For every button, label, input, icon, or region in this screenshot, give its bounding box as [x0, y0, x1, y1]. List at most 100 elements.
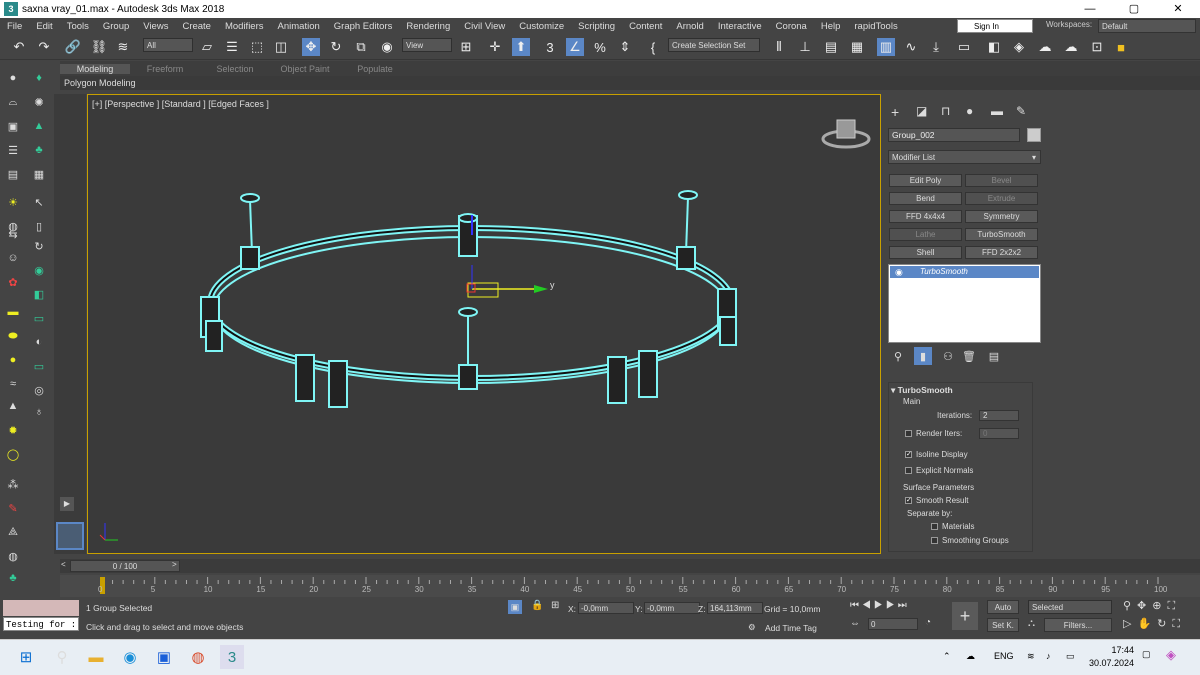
shape-icon[interactable]: ⌓ — [5, 94, 21, 110]
spinner-snap-icon[interactable]: ⇕ — [616, 38, 634, 56]
paint-icon[interactable]: ✿ — [5, 274, 21, 290]
render-icon[interactable]: ◈ — [1010, 38, 1028, 56]
motion-tab-icon[interactable]: ● — [966, 104, 973, 118]
iterations-spinner[interactable]: 2 — [979, 410, 1019, 421]
cursor-icon[interactable]: ↖ — [31, 194, 47, 210]
percent-snap-icon[interactable]: % — [591, 38, 609, 56]
next-frame-icon[interactable]: > — [172, 560, 180, 572]
eye-icon[interactable]: ◎ — [31, 382, 47, 398]
menu-customize[interactable]: Customize — [512, 21, 571, 32]
mirror-icon[interactable]: ⫴ — [770, 38, 788, 56]
stack-item-turbosmooth[interactable]: TurboSmooth — [890, 266, 1039, 278]
menu-content[interactable]: Content — [622, 21, 669, 32]
ribbon-tab-populate[interactable]: Populate — [340, 64, 410, 74]
pin-stack-icon[interactable]: ⚲ — [889, 347, 907, 365]
menu-rendering[interactable]: Rendering — [399, 21, 457, 32]
wifi-icon[interactable]: ≋ — [1027, 651, 1035, 662]
sphere-icon[interactable]: ● — [5, 352, 21, 368]
scatter-icon[interactable]: ⟁ — [5, 524, 21, 540]
create-tab-icon[interactable]: + — [891, 104, 899, 120]
render-iters-spinner[interactable]: 0 — [979, 428, 1019, 439]
start-icon[interactable]: ⊞ — [14, 645, 38, 669]
utilities-tab-icon[interactable]: ✎ — [1016, 104, 1026, 118]
prev-frame-icon[interactable]: < — [61, 560, 69, 572]
teapot-icon[interactable]: ⊡ — [1088, 38, 1106, 56]
ref-coord-select[interactable]: View — [402, 38, 452, 52]
brush-icon[interactable]: ✎ — [5, 500, 21, 516]
filters-button[interactable]: Filters... — [1044, 618, 1112, 632]
gear-icon[interactable]: ✺ — [31, 94, 47, 110]
rect-region-icon[interactable]: ⬚ — [248, 38, 266, 56]
table-icon[interactable]: ▤ — [5, 166, 21, 182]
modifier-list-select[interactable]: Modifier List ▾ — [888, 150, 1041, 164]
smoothing-groups-checkbox[interactable] — [931, 537, 938, 545]
gizmo-y-arrow[interactable] — [534, 285, 548, 293]
smooth-result-checkbox[interactable]: ✓ — [905, 497, 912, 505]
maxscript-input[interactable]: Testing for : — [3, 617, 79, 631]
battery-icon[interactable]: ▭ — [1066, 651, 1075, 662]
rollout-title[interactable]: ▾ TurboSmooth — [891, 385, 953, 396]
modifier-button-symmetry[interactable]: Symmetry — [965, 210, 1038, 223]
rotate-tool-icon[interactable]: ↻ — [31, 238, 47, 254]
menu-civil-view[interactable]: Civil View — [457, 21, 512, 32]
selection-set-select[interactable]: Create Selection Set — [668, 38, 760, 52]
viewcube-icon[interactable] — [836, 119, 856, 139]
render-iters-checkbox[interactable] — [905, 430, 912, 438]
edge-icon[interactable]: ◉ — [118, 645, 142, 669]
copilot-icon[interactable]: ◈ — [1166, 647, 1176, 663]
network-icon[interactable]: ☁ — [966, 651, 975, 662]
unlink-icon[interactable]: ⛓ — [90, 38, 108, 56]
time-tag-icon[interactable]: ⚙ — [748, 622, 756, 633]
modifier-button-turbosmooth[interactable]: TurboSmooth — [965, 228, 1038, 241]
menu-arnold[interactable]: Arnold — [669, 21, 710, 32]
plane-icon[interactable]: ◧ — [31, 286, 47, 302]
material-editor-icon[interactable]: ⤓ — [927, 38, 945, 56]
materials-row[interactable]: Materials — [931, 522, 974, 531]
rect-tool-icon[interactable]: ▭ — [31, 310, 47, 326]
layer-explorer-icon[interactable]: ▤ — [822, 38, 840, 56]
circle-icon[interactable]: ◯ — [5, 446, 21, 462]
undo-icon[interactable]: ↶ — [10, 38, 28, 56]
edit-named-sel-icon[interactable]: { — [644, 38, 662, 56]
isoline-checkbox[interactable]: ✓ — [905, 451, 912, 459]
show-end-result-icon[interactable]: ▮ — [914, 347, 932, 365]
menu-file[interactable]: File — [0, 21, 29, 32]
menu-help[interactable]: Help — [814, 21, 848, 32]
isolate-selection-icon[interactable]: ▣ — [508, 600, 522, 614]
auto-key-button[interactable]: Auto — [987, 600, 1019, 614]
volume-icon[interactable]: ♪ — [1046, 651, 1051, 661]
link-tool-icon[interactable]: ⇆ — [5, 226, 21, 242]
sign-in-dropdown[interactable]: Sign In — [957, 19, 1033, 33]
clock-time[interactable]: 17:44 — [1092, 645, 1134, 655]
chrome-icon[interactable]: ◍ — [186, 645, 210, 669]
object-name-field[interactable]: Group_002 — [888, 128, 1020, 142]
teapot-tool-icon[interactable]: ◉ — [31, 262, 47, 278]
render-setup-icon[interactable]: ▭ — [955, 38, 973, 56]
ribbon-tab-selection[interactable]: Selection — [200, 64, 270, 74]
key-mode-icon[interactable]: ⇔ — [850, 618, 860, 629]
list-icon[interactable]: ☰ — [5, 142, 21, 158]
hierarchy-tab-icon[interactable]: ⊓ — [941, 104, 950, 118]
cone-icon[interactable]: ▲ — [5, 398, 21, 414]
bind-spacewarp-icon[interactable]: ≋ — [114, 38, 132, 56]
modify-tab-icon[interactable]: ◪ — [916, 104, 927, 118]
playback-controls[interactable]: ⏮◀▶▶⏭ — [850, 600, 910, 611]
menu-animation[interactable]: Animation — [271, 21, 327, 32]
light-icon[interactable]: ☀ — [5, 194, 21, 210]
select-icon[interactable]: ▱ — [198, 38, 216, 56]
render-cloud-icon[interactable]: ☁ — [1036, 38, 1054, 56]
menu-group[interactable]: Group — [96, 21, 136, 32]
sun-icon[interactable]: ✹ — [5, 422, 21, 438]
time-slider[interactable]: 0 / 100 — [70, 560, 180, 572]
maxscript-listener[interactable] — [3, 600, 79, 616]
move-icon[interactable]: ✥ — [302, 38, 320, 56]
toggle-ribbon-icon[interactable]: ▦ — [848, 38, 866, 56]
remove-modifier-icon[interactable]: 🗑 — [960, 347, 978, 365]
keyboard-shortcut-icon[interactable]: ⬆ — [512, 38, 530, 56]
menu-interactive[interactable]: Interactive — [711, 21, 769, 32]
z-coord-field[interactable]: 164,113mm — [707, 602, 763, 614]
snap-3d-icon[interactable]: 3 — [541, 38, 559, 56]
x-coord-field[interactable]: -0,0mm — [578, 602, 634, 614]
smoothing-groups-row[interactable]: Smoothing Groups — [931, 536, 1009, 545]
viewport-nav-icons[interactable]: ⚲✥⊕⛶ — [1123, 599, 1181, 613]
